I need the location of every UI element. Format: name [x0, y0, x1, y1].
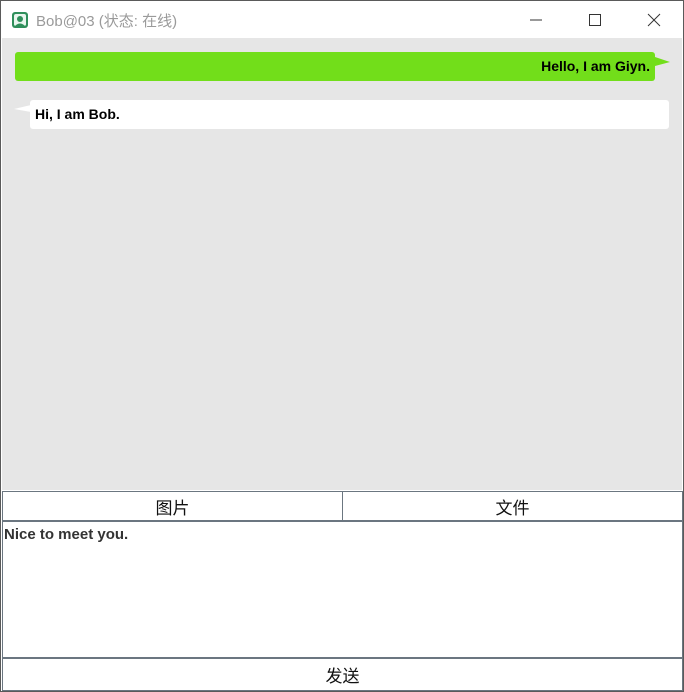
- message-text: Hi, I am Bob.: [35, 106, 120, 122]
- minimize-button[interactable]: [507, 1, 565, 38]
- close-icon: [647, 13, 661, 26]
- message-outgoing: Hello, I am Giyn.: [15, 52, 655, 81]
- maximize-button[interactable]: [566, 1, 624, 38]
- bubble-tail-incoming: [14, 105, 31, 112]
- chat-window: Bob@03 (状态: 在线) Hello, I am Giyn. Hi, I …: [0, 0, 684, 692]
- message-text: Hello, I am Giyn.: [541, 58, 650, 74]
- send-file-button[interactable]: 文件: [342, 491, 683, 521]
- message-input[interactable]: Nice to meet you.: [2, 521, 683, 658]
- title-bar[interactable]: Bob@03 (状态: 在线): [1, 1, 683, 38]
- maximize-icon: [589, 13, 601, 26]
- app-icon: [11, 11, 29, 29]
- send-image-button[interactable]: 图片: [2, 491, 343, 521]
- message-incoming: Hi, I am Bob.: [30, 100, 669, 129]
- close-button[interactable]: [625, 1, 683, 38]
- chat-history[interactable]: Hello, I am Giyn. Hi, I am Bob.: [2, 38, 682, 490]
- send-button[interactable]: 发送: [2, 658, 683, 691]
- bubble-tail-outgoing: [655, 57, 670, 66]
- window-title: Bob@03 (状态: 在线): [36, 13, 178, 30]
- minimize-icon: [530, 19, 542, 20]
